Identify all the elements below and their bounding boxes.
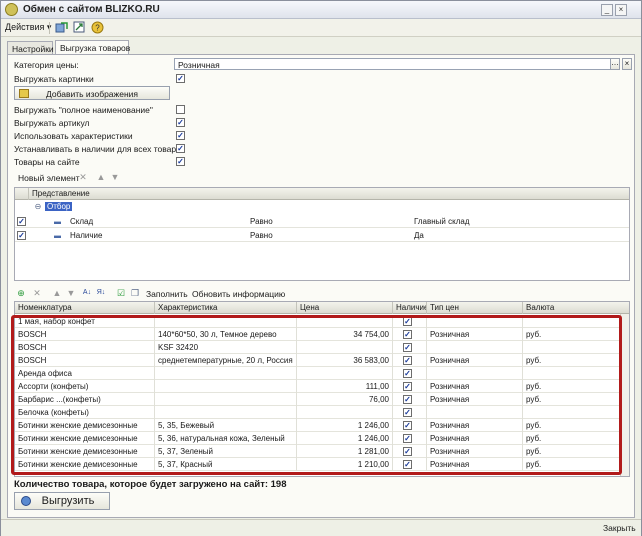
sort-asc-icon[interactable]: A↓ bbox=[82, 288, 92, 298]
column-header-price[interactable]: Цена bbox=[297, 302, 393, 314]
toolbar: Действия ▾ ? bbox=[1, 19, 641, 37]
refresh-icon[interactable] bbox=[55, 21, 68, 34]
toolbar-divider bbox=[49, 22, 50, 34]
column-header-price-type[interactable]: Тип цен bbox=[427, 302, 523, 314]
column-header-currency[interactable]: Валюта bbox=[523, 302, 622, 314]
check-all-icon[interactable]: ☑ bbox=[116, 288, 126, 298]
minimize-icon[interactable]: _ bbox=[601, 4, 613, 16]
window-title: Обмен с сайтом BLIZKO.RU bbox=[23, 4, 160, 15]
title-bar: Обмен с сайтом BLIZKO.RU _ × bbox=[1, 1, 641, 19]
filter-grid-header: Представление bbox=[15, 188, 629, 200]
column-header-nomenclature[interactable]: Номенклатура bbox=[15, 302, 155, 314]
actions-menu[interactable]: Действия ▾ bbox=[5, 22, 51, 33]
collapse-icon[interactable]: ⊖ bbox=[33, 202, 43, 212]
filter-condition: Равно bbox=[250, 231, 273, 240]
move-up-icon[interactable]: ▲ bbox=[52, 288, 62, 298]
price-category-select-button[interactable]: … bbox=[610, 58, 620, 70]
set-in-stock-label: Устанавливать в наличии для всех товаров bbox=[14, 144, 186, 154]
export-full-name-checkbox[interactable] bbox=[176, 105, 185, 114]
field-icon: ▬ bbox=[51, 215, 61, 228]
price-category-label: Категория цены: bbox=[14, 60, 79, 70]
highlight-box bbox=[11, 315, 622, 475]
transfer-icon[interactable] bbox=[73, 21, 86, 34]
update-info-button[interactable]: Обновить информацию bbox=[192, 289, 285, 299]
arrow-up-icon[interactable]: ▲ bbox=[96, 172, 106, 182]
goods-on-site-checkbox[interactable]: ✓ bbox=[176, 157, 185, 166]
export-button[interactable]: Выгрузить bbox=[14, 492, 110, 510]
tab-goods-export[interactable]: Выгрузка товаров bbox=[55, 40, 130, 54]
delete-icon[interactable]: ✕ bbox=[78, 172, 88, 182]
app-icon bbox=[5, 3, 18, 16]
field-icon: ▬ bbox=[51, 229, 61, 242]
main-window: Обмен с сайтом BLIZKO.RU _ × Действия ▾ … bbox=[0, 0, 642, 536]
status-bar: Закрыть bbox=[1, 519, 641, 536]
fill-button[interactable]: Заполнить bbox=[146, 289, 188, 299]
goods-on-site-label: Товары на сайте bbox=[14, 157, 80, 167]
export-article-label: Выгружать артикул bbox=[14, 118, 90, 128]
add-icon[interactable]: ⊕ bbox=[16, 288, 26, 298]
svg-text:?: ? bbox=[95, 24, 100, 33]
filter-header-representation[interactable]: Представление bbox=[29, 188, 629, 200]
export-images-checkbox[interactable]: ✓ bbox=[176, 74, 185, 83]
filter-group-row[interactable]: ⊖ Отбор bbox=[15, 201, 629, 214]
image-icon bbox=[19, 89, 29, 98]
move-down-icon[interactable]: ▼ bbox=[66, 288, 76, 298]
filter-grid: Представление ⊖ Отбор ✓ ▬ Склад Равно Гл… bbox=[14, 187, 630, 281]
goods-grid-header: Номенклатура Характеристика Цена Наличие… bbox=[15, 302, 629, 314]
price-category-field[interactable]: Розничная bbox=[174, 58, 618, 70]
sort-desc-icon[interactable]: Я↓ bbox=[96, 288, 106, 298]
filter-row[interactable]: ✓ ▬ Наличие Равно Да bbox=[15, 229, 629, 242]
export-button-label: Выгрузить bbox=[41, 495, 95, 507]
column-header-stock[interactable]: Наличие bbox=[393, 302, 427, 314]
close-icon[interactable]: × bbox=[615, 4, 627, 16]
use-characteristics-label: Использовать характеристики bbox=[14, 131, 133, 141]
export-icon bbox=[21, 496, 31, 506]
export-article-checkbox[interactable]: ✓ bbox=[176, 118, 185, 127]
filter-value: Да bbox=[414, 231, 424, 240]
export-images-label: Выгружать картинки bbox=[14, 74, 94, 84]
tab-settings[interactable]: Настройки bbox=[7, 41, 54, 54]
filter-value: Главный склад bbox=[414, 217, 470, 226]
filter-condition: Равно bbox=[250, 217, 273, 226]
delete-row-icon[interactable]: ✕ bbox=[32, 288, 42, 298]
filter-row-checkbox[interactable]: ✓ bbox=[17, 217, 26, 226]
arrow-down-icon[interactable]: ▼ bbox=[110, 172, 120, 182]
add-images-label: Добавить изображения bbox=[46, 89, 138, 99]
filter-field: Наличие bbox=[70, 231, 103, 240]
column-header-characteristic[interactable]: Характеристика bbox=[155, 302, 297, 314]
use-characteristics-checkbox[interactable]: ✓ bbox=[176, 131, 185, 140]
copy-icon[interactable]: ❐ bbox=[130, 288, 140, 298]
filter-group-label: Отбор bbox=[45, 202, 73, 211]
new-element-button[interactable]: Новый элемент bbox=[18, 173, 80, 183]
close-link[interactable]: Закрыть bbox=[603, 523, 636, 533]
filter-row-checkbox[interactable]: ✓ bbox=[17, 231, 26, 240]
filter-field: Склад bbox=[70, 217, 94, 226]
goods-export-panel: Категория цены: Розничная … × Выгружать … bbox=[7, 54, 635, 518]
filter-row[interactable]: ✓ ▬ Склад Равно Главный склад bbox=[15, 215, 629, 228]
help-icon[interactable]: ? bbox=[91, 21, 104, 34]
export-full-name-label: Выгружать "полное наименование" bbox=[14, 105, 153, 115]
set-in-stock-checkbox[interactable]: ✓ bbox=[176, 144, 185, 153]
price-category-clear-button[interactable]: × bbox=[622, 58, 632, 70]
filter-header-check bbox=[15, 188, 29, 200]
add-images-button[interactable]: Добавить изображения bbox=[14, 86, 170, 100]
goods-count-text: Количество товара, которое будет загруже… bbox=[14, 479, 287, 490]
